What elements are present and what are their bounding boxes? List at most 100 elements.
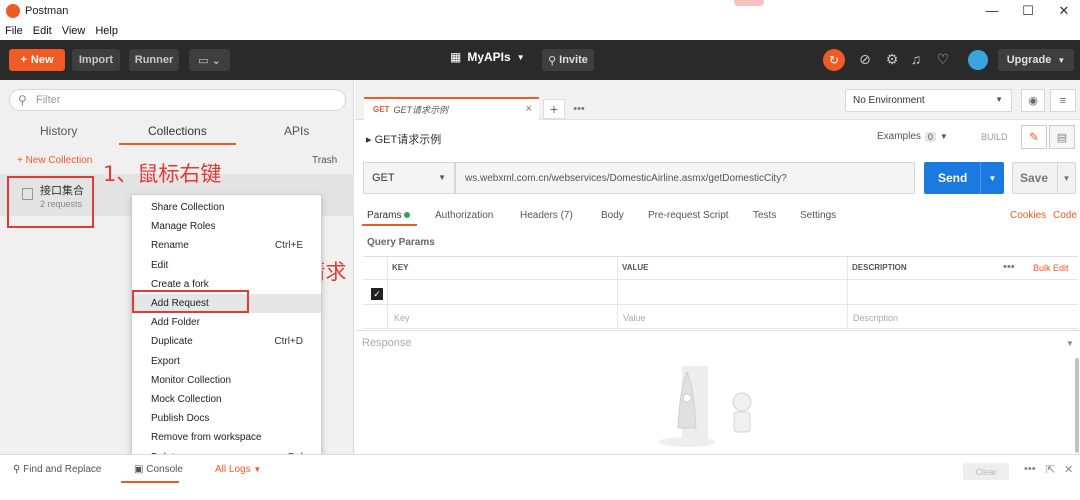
method-select[interactable]: GET ▼ bbox=[363, 162, 455, 194]
notification-tab bbox=[734, 0, 764, 6]
chevron-down-icon[interactable]: ▼ bbox=[1066, 339, 1074, 348]
row-checkbox[interactable]: ✓ bbox=[371, 288, 383, 300]
sync-icon[interactable]: ↻ bbox=[823, 49, 845, 71]
runner-button[interactable]: Runner bbox=[129, 49, 179, 71]
environment-select[interactable]: No Environment ▼ bbox=[845, 89, 1012, 112]
tab-prerequest[interactable]: Pre-request Script bbox=[648, 210, 729, 221]
plus-icon: + bbox=[20, 54, 27, 66]
window-title: Postman bbox=[25, 5, 69, 17]
comment-icon[interactable]: ▤ bbox=[1049, 125, 1075, 149]
request-tab[interactable]: GET GET请求示例 × bbox=[364, 97, 539, 120]
tab-body[interactable]: Body bbox=[601, 210, 624, 221]
menu-item[interactable]: Share Collection bbox=[132, 198, 321, 217]
divider bbox=[363, 304, 1078, 305]
more-options-icon[interactable]: ••• bbox=[1024, 463, 1036, 475]
close-icon[interactable]: ✕ bbox=[1064, 463, 1073, 476]
satellite-icon[interactable]: ⊘ bbox=[856, 51, 874, 68]
new-label: New bbox=[30, 54, 54, 66]
menu-file[interactable]: File bbox=[5, 22, 23, 40]
tab-settings[interactable]: Settings bbox=[800, 210, 836, 221]
more-options-icon[interactable]: ••• bbox=[1003, 261, 1015, 273]
tab-headers[interactable]: Headers (7) bbox=[520, 210, 573, 221]
menu-item[interactable]: Manage Roles bbox=[132, 217, 321, 236]
more-tabs-icon[interactable]: ••• bbox=[568, 99, 590, 119]
build-mode-label[interactable]: BUILD bbox=[981, 132, 1008, 142]
divider bbox=[617, 257, 618, 329]
invite-button[interactable]: ⚲ Invite bbox=[542, 49, 594, 71]
workspace-selector[interactable]: ▦ MyAPIs ▼ bbox=[450, 50, 525, 64]
menu-item[interactable]: Edit bbox=[132, 256, 321, 275]
all-logs-dropdown[interactable]: All Logs ▼ bbox=[215, 464, 261, 475]
tab-authorization[interactable]: Authorization bbox=[435, 210, 493, 221]
filter-input[interactable]: ⚲ Filter bbox=[9, 89, 346, 111]
bulk-edit-link[interactable]: Bulk Edit bbox=[1033, 263, 1069, 273]
upgrade-button[interactable]: Upgrade ▼ bbox=[998, 49, 1074, 71]
gear-icon[interactable]: ⚙ bbox=[883, 51, 901, 68]
menu-item-label: Create a fork bbox=[151, 279, 209, 290]
trash-button[interactable]: Trash bbox=[312, 155, 337, 166]
menu-item[interactable]: Monitor Collection bbox=[132, 371, 321, 390]
description-input[interactable]: Description bbox=[853, 313, 898, 323]
eye-icon[interactable]: ◉ bbox=[1021, 89, 1045, 112]
console-button[interactable]: ▣ Console bbox=[134, 464, 183, 475]
request-title[interactable]: ▸ GET请求示例 bbox=[366, 131, 441, 147]
save-button[interactable]: Save ▼ bbox=[1012, 162, 1076, 194]
tab-apis[interactable]: APIs bbox=[284, 124, 309, 138]
chevron-down-icon[interactable]: ▼ bbox=[1057, 163, 1075, 193]
menu-item[interactable]: Export bbox=[132, 352, 321, 371]
query-params-title: Query Params bbox=[367, 237, 435, 248]
all-logs-label: All Logs bbox=[215, 464, 251, 475]
menu-item[interactable]: Publish Docs bbox=[132, 409, 321, 428]
find-replace-button[interactable]: ⚲ Find and Replace bbox=[13, 464, 102, 475]
chevron-down-icon: ▼ bbox=[253, 465, 262, 474]
menu-edit[interactable]: Edit bbox=[33, 22, 52, 40]
value-input[interactable]: Value bbox=[623, 313, 645, 323]
chevron-down-icon: ▼ bbox=[1057, 55, 1066, 65]
pencil-icon[interactable]: ✎ bbox=[1021, 125, 1047, 149]
menu-item[interactable]: Rename Ctrl+E bbox=[132, 236, 321, 255]
active-tab-indicator bbox=[362, 224, 417, 226]
close-button[interactable]: ✕ bbox=[1054, 3, 1074, 19]
new-window-button[interactable]: ▭ ⌄ bbox=[189, 49, 230, 71]
bell-icon[interactable]: ♫ bbox=[907, 51, 925, 67]
tab-collections[interactable]: Collections bbox=[148, 124, 207, 138]
minimize-button[interactable]: — bbox=[982, 3, 1002, 18]
menu-item[interactable]: Duplicate Ctrl+D bbox=[132, 332, 321, 351]
code-link[interactable]: Code bbox=[1053, 210, 1077, 221]
import-button[interactable]: Import bbox=[72, 49, 120, 71]
new-collection-button[interactable]: + New Collection bbox=[17, 155, 92, 166]
menu-item[interactable]: Add Folder bbox=[132, 313, 321, 332]
popout-icon[interactable]: ⇱ bbox=[1046, 463, 1055, 476]
tab-params[interactable]: Params bbox=[367, 210, 411, 221]
close-tab-icon[interactable]: × bbox=[526, 103, 532, 115]
menu-item-label: Share Collection bbox=[151, 202, 225, 213]
url-input[interactable]: ws.webxml.com.cn/webservices/DomesticAir… bbox=[455, 162, 915, 194]
menu-help[interactable]: Help bbox=[95, 22, 118, 40]
clear-button[interactable]: Clear bbox=[963, 463, 1009, 480]
sliders-icon[interactable]: ≡ bbox=[1050, 89, 1076, 112]
new-button[interactable]: + New bbox=[9, 49, 65, 71]
divider bbox=[363, 279, 1078, 280]
send-button[interactable]: Send ▼ bbox=[924, 162, 1004, 194]
tab-history[interactable]: History bbox=[40, 124, 77, 138]
active-tab-indicator bbox=[121, 481, 179, 483]
examples-dropdown[interactable]: Examples 0 ▼ bbox=[877, 131, 948, 142]
header-toolbar: + New Import Runner ▭ ⌄ ▦ MyAPIs ▼ ⚲ Invite … bbox=[0, 40, 1080, 80]
key-input[interactable]: Key bbox=[394, 313, 410, 323]
menu-item[interactable]: Mock Collection bbox=[132, 390, 321, 409]
divider bbox=[847, 257, 848, 329]
chevron-down-icon[interactable]: ▼ bbox=[980, 162, 1004, 194]
context-menu: Share Collection Manage Roles Rename Ctrl+E… bbox=[131, 194, 322, 466]
avatar[interactable] bbox=[968, 50, 988, 70]
grid-icon: ▦ bbox=[450, 50, 462, 64]
scrollbar[interactable] bbox=[1075, 358, 1079, 453]
maximize-button[interactable]: ☐ bbox=[1018, 3, 1038, 19]
cookies-link[interactable]: Cookies bbox=[1010, 210, 1046, 221]
menu-view[interactable]: View bbox=[62, 22, 86, 40]
menu-item[interactable]: Remove from workspace bbox=[132, 428, 321, 447]
add-tab-button[interactable]: + bbox=[543, 99, 565, 119]
divider bbox=[363, 328, 1078, 329]
tab-tests[interactable]: Tests bbox=[753, 210, 776, 221]
postman-logo-icon bbox=[6, 4, 20, 18]
heart-icon[interactable]: ♡ bbox=[934, 51, 952, 68]
